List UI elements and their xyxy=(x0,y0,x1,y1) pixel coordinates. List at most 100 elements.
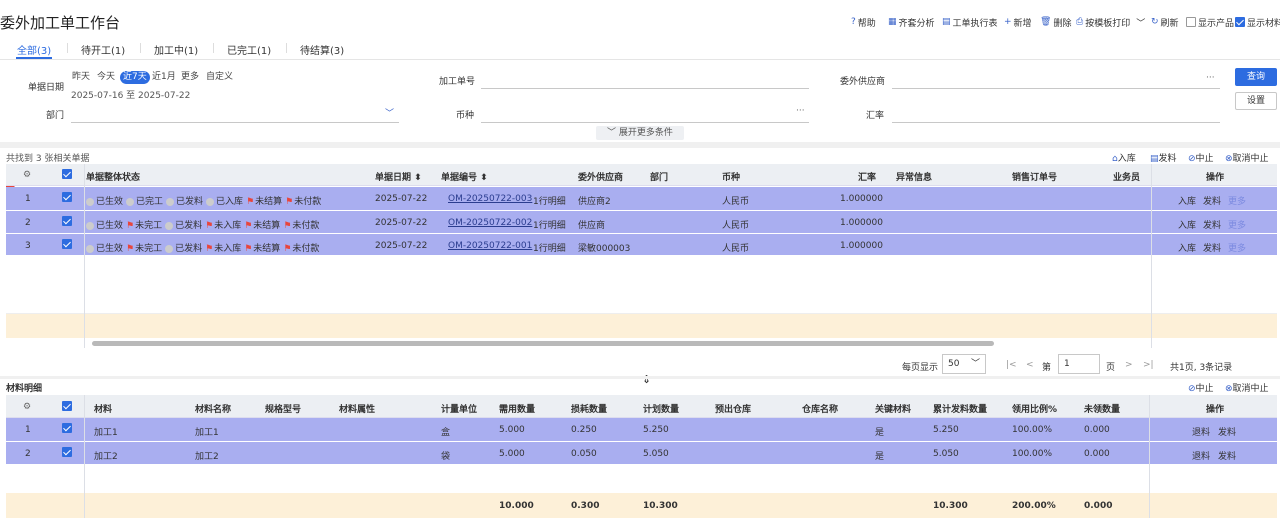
row-checkbox[interactable] xyxy=(62,447,72,458)
status-text: 已入库 xyxy=(216,197,244,207)
column-settings-icon[interactable]: ⚙ xyxy=(23,170,31,180)
dept-select[interactable] xyxy=(71,122,399,123)
issue-button[interactable]: ▤发料 xyxy=(1150,151,1177,164)
row-checkbox[interactable] xyxy=(62,192,72,203)
date-chip-1month[interactable]: 近1月 xyxy=(152,71,176,84)
supplier-input[interactable] xyxy=(892,88,1220,89)
material-cancel-stop-button[interactable]: ⊗取消中止 xyxy=(1225,381,1269,394)
status-badge: ⚑未完工 xyxy=(126,244,162,254)
new-button[interactable]: + 新增 xyxy=(1004,15,1032,29)
status-badge: ⚑未付款 xyxy=(283,221,319,231)
material-name: 加工2 xyxy=(195,452,219,462)
expand-conditions-button[interactable]: ﹀ 展开更多条件 xyxy=(596,126,684,140)
table-row[interactable]: 1 已生效 已完工 已发料 已入库 ⚑未结算 ⚑未付款 2025-07-22 OM-202507… xyxy=(6,187,1277,210)
resize-handle-icon[interactable]: ⇕ xyxy=(642,373,651,386)
show-product-toggle[interactable]: 显示产品 xyxy=(1186,15,1234,29)
date-chip-7days[interactable]: 近7天 xyxy=(120,71,150,84)
stop-button[interactable]: ⊘中止 xyxy=(1188,151,1214,164)
row-checkbox[interactable] xyxy=(62,239,72,250)
status-text: 未结算 xyxy=(253,221,281,231)
row-checkbox[interactable] xyxy=(62,216,72,227)
row-index: 3 xyxy=(25,241,31,251)
flag-icon: ⚑ xyxy=(283,221,292,231)
table-row[interactable]: 3 已生效 ⚑未完工 已发料 ⚑未入库 ⚑未结算 ⚑未付款 2025-07-22 OM-2025… xyxy=(6,233,1277,256)
prev-page-icon[interactable]: < xyxy=(1026,360,1034,370)
status-text: 已生效 xyxy=(96,244,124,254)
help-button[interactable]: ? 帮助 xyxy=(851,15,876,29)
date-chip-yesterday[interactable]: 昨天 xyxy=(72,71,90,84)
supplier-label: 委外供应商 xyxy=(840,77,886,87)
per-page-select[interactable]: 50 ﹀ xyxy=(942,354,986,374)
next-page-icon[interactable]: > xyxy=(1125,360,1133,370)
inbound-button[interactable]: ⌂入库 xyxy=(1112,151,1136,164)
table-row[interactable]: 2 加工2 加工2 袋 5.000 0.050 5.050 是 5.050 100.00% 0.00… xyxy=(6,441,1277,464)
col-status: 单据整体状态 xyxy=(86,173,141,183)
status-badge: ⚑未入库 xyxy=(205,221,241,231)
order-no-input[interactable] xyxy=(481,88,809,89)
tab-processing[interactable]: 加工中(1) xyxy=(154,42,198,57)
horizontal-scrollbar[interactable] xyxy=(92,341,994,346)
row-return-action[interactable]: 退料 xyxy=(1192,425,1210,438)
col-code[interactable]: 单据编号 ⬍ xyxy=(441,170,488,183)
page-title: 委外加工单工作台 xyxy=(0,14,121,32)
supplier-ellipsis-icon[interactable]: ··· xyxy=(1206,73,1215,83)
table-row[interactable]: 2 已生效 ⚑未完工 已发料 ⚑未入库 ⚑未结算 ⚑未付款 2025-07-22 OM-2025… xyxy=(6,210,1277,233)
date-chip-today[interactable]: 今天 xyxy=(97,71,115,84)
rate-input[interactable] xyxy=(892,122,1220,123)
section-divider xyxy=(0,142,1280,148)
row-inbound-action[interactable]: 入库 xyxy=(1178,218,1196,231)
last-page-icon[interactable]: >| xyxy=(1143,360,1154,370)
order-code-link[interactable]: OM-20250722-001 xyxy=(448,241,532,251)
row-more-action[interactable]: 更多 xyxy=(1228,194,1246,207)
first-page-icon[interactable]: |< xyxy=(1006,360,1017,370)
row-return-action[interactable]: 退料 xyxy=(1192,449,1210,462)
kit-analysis-button[interactable]: ▦ 齐套分析 xyxy=(888,15,935,29)
row-more-action[interactable]: 更多 xyxy=(1228,218,1246,231)
row-issue-action[interactable]: 发料 xyxy=(1218,425,1236,438)
print-button[interactable]: ⎙ 按模板打印 ﹀ xyxy=(1076,15,1145,29)
search-button[interactable]: 查询 xyxy=(1235,68,1277,86)
currency-ellipsis-icon[interactable]: ··· xyxy=(796,106,805,116)
material-stop-button[interactable]: ⊘中止 xyxy=(1188,381,1214,394)
tab-pending-settle[interactable]: 待结算(3) xyxy=(300,42,344,57)
status-badge: 已入库 xyxy=(206,197,243,207)
show-material-toggle[interactable]: 显示材料 xyxy=(1235,15,1280,29)
column-settings-icon[interactable]: ⚙ xyxy=(23,402,31,412)
col-date[interactable]: 单据日期 ⬍ xyxy=(375,170,422,183)
order-code-link[interactable]: OM-20250722-002 xyxy=(448,218,532,228)
delete-button[interactable]: 🗑 删除 xyxy=(1040,15,1071,29)
materials-select-all-checkbox[interactable] xyxy=(62,401,72,412)
exec-table-button[interactable]: ▤ 工单执行表 xyxy=(942,15,998,29)
date-chip-more[interactable]: 更多 xyxy=(181,71,199,84)
row-inbound-action[interactable]: 入库 xyxy=(1178,194,1196,207)
currency-input[interactable] xyxy=(481,122,809,123)
issued-qty: 5.250 xyxy=(933,425,959,435)
tab-completed[interactable]: 已完工(1) xyxy=(227,42,271,57)
row-issue-action[interactable]: 发料 xyxy=(1203,194,1221,207)
order-code-link[interactable]: OM-20250722-003 xyxy=(448,194,532,204)
date-chip-custom[interactable]: 自定义 xyxy=(206,71,233,84)
tab-divider xyxy=(140,43,141,53)
status-badge: 已发料 xyxy=(166,197,203,207)
document-icon: ▤ xyxy=(1150,154,1159,164)
row-issue-action[interactable]: 发料 xyxy=(1218,449,1236,462)
select-all-checkbox[interactable] xyxy=(62,169,72,180)
cancel-stop-icon: ⊗ xyxy=(1225,154,1233,164)
row-more-action[interactable]: 更多 xyxy=(1228,241,1246,254)
tab-all[interactable]: 全部(3) xyxy=(17,42,51,57)
show-product-checkbox[interactable] xyxy=(1186,17,1196,27)
refresh-button[interactable]: ↻ 刷新 xyxy=(1151,15,1179,29)
chevron-down-icon[interactable]: ﹀ xyxy=(385,106,394,119)
row-issue-action[interactable]: 发料 xyxy=(1203,218,1221,231)
row-inbound-action[interactable]: 入库 xyxy=(1178,241,1196,254)
tab-pending-start[interactable]: 待开工(1) xyxy=(81,42,125,57)
row-issue-action[interactable]: 发料 xyxy=(1203,241,1221,254)
col-spec: 规格型号 xyxy=(265,405,302,415)
row-checkbox[interactable] xyxy=(62,423,72,434)
cancel-stop-button[interactable]: ⊗取消中止 xyxy=(1225,151,1269,164)
settings-button[interactable]: 设置 xyxy=(1235,92,1277,110)
table-row[interactable]: 1 加工1 加工1 盒 5.000 0.250 5.250 是 5.250 100.00% 0.00… xyxy=(6,418,1277,441)
page-input[interactable]: 1 xyxy=(1058,354,1100,374)
status-text: 已完工 xyxy=(136,197,164,207)
show-material-checkbox[interactable] xyxy=(1235,17,1245,27)
